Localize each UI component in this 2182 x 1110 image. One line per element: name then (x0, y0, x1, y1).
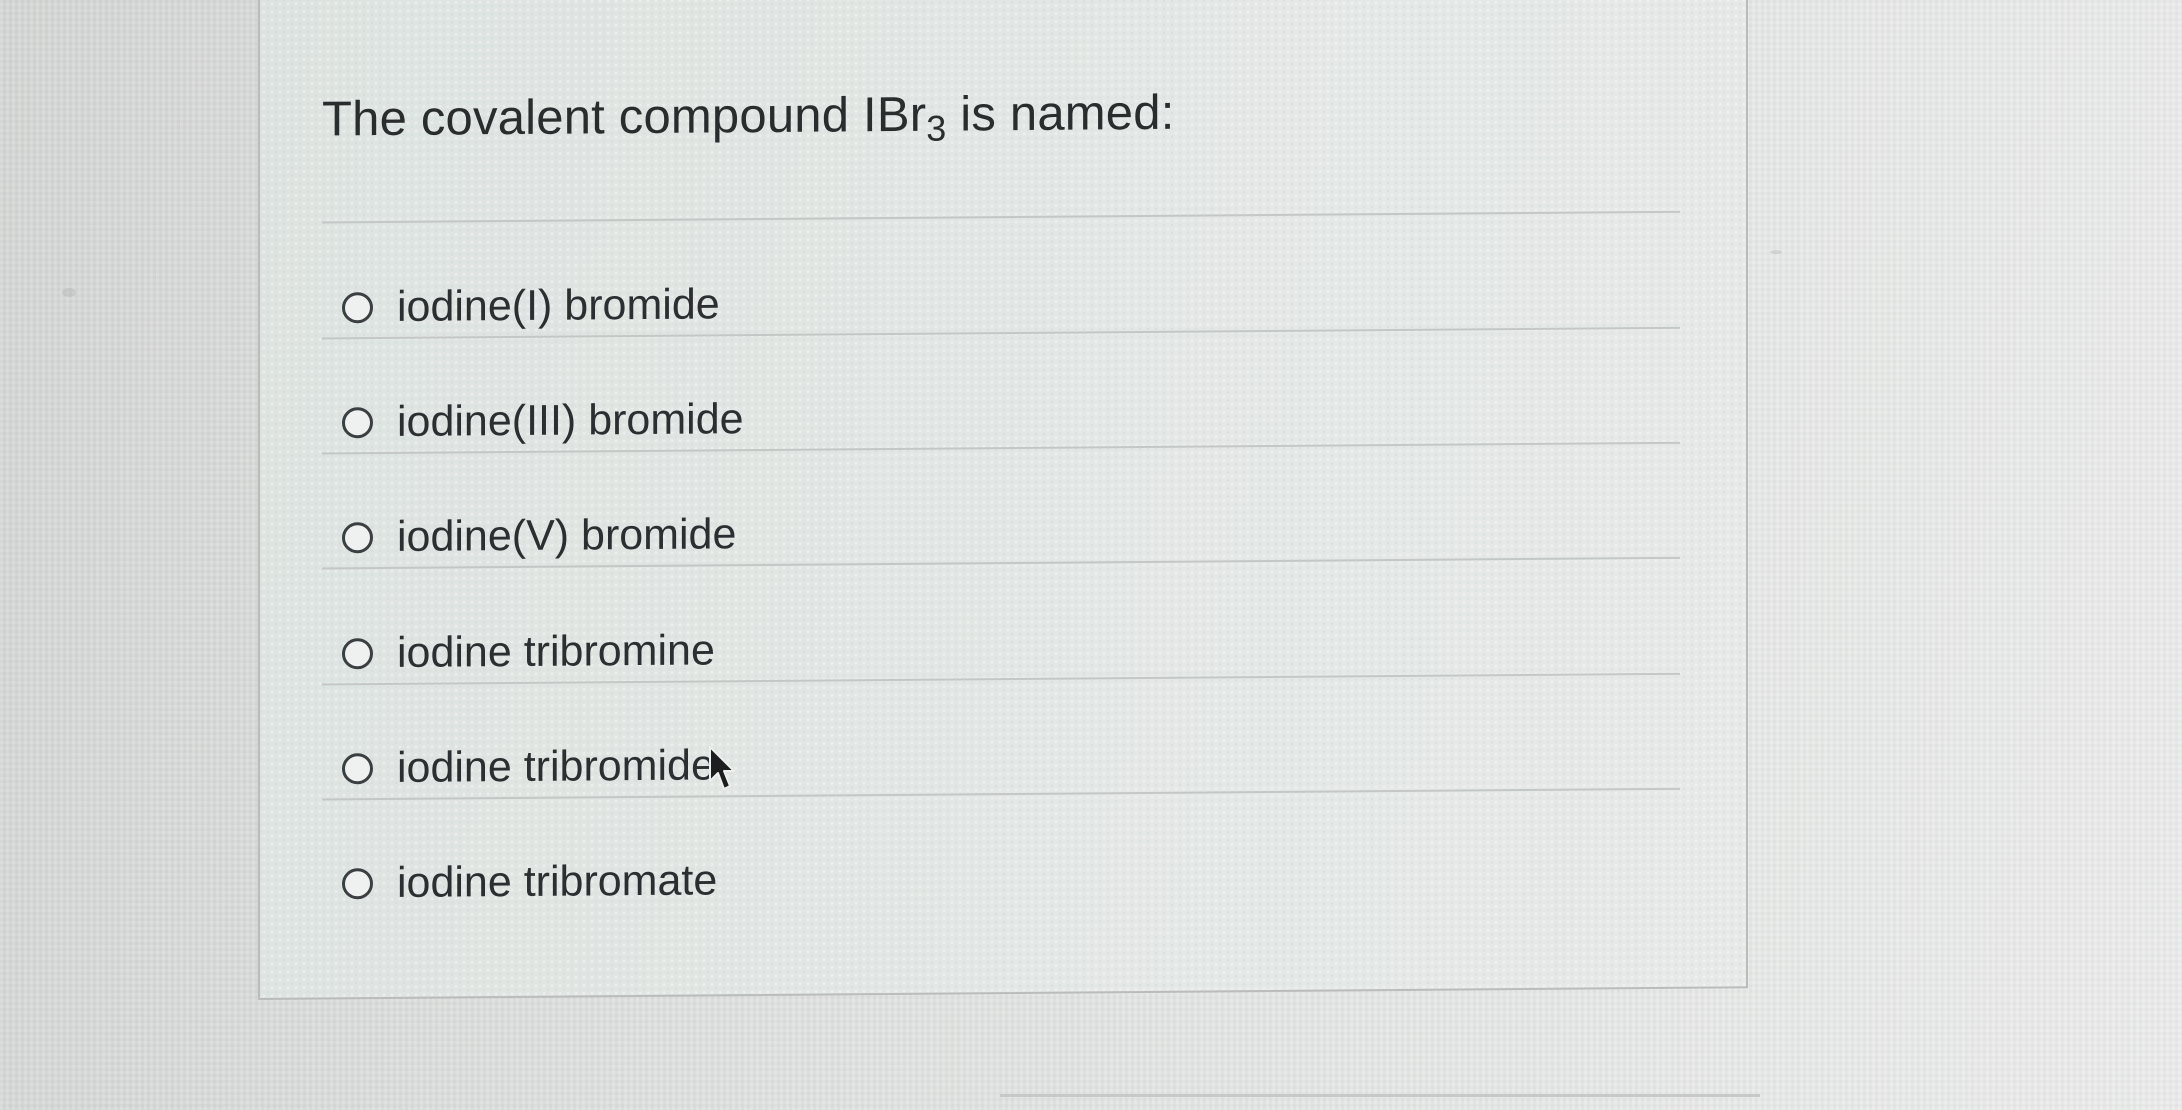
option-label: iodine(V) bromide (397, 510, 737, 561)
radio-button[interactable] (342, 292, 373, 324)
option-iodine-tribromate[interactable]: iodine tribromate (342, 856, 717, 908)
next-panel-edge (1000, 1094, 1760, 1097)
question-text: The covalent compound IBr (322, 87, 927, 147)
option-iodine-v-bromide[interactable]: iodine(V) bromide (342, 510, 736, 562)
screen-smudge (62, 288, 76, 297)
radio-button[interactable] (342, 638, 373, 670)
option-iodine-iii-bromide[interactable]: iodine(III) bromide (342, 395, 744, 447)
panel-texture (260, 0, 1746, 998)
radio-button[interactable] (342, 753, 373, 785)
option-label: iodine tribromate (397, 856, 718, 907)
radio-button[interactable] (342, 868, 373, 900)
divider (322, 210, 1680, 224)
formula-subscript: 3 (926, 107, 947, 149)
option-label: iodine(I) bromide (397, 280, 720, 331)
question-prompt: The covalent compound IBr3 is named: (322, 85, 1175, 149)
question-text-end: is named: (946, 85, 1175, 142)
option-label: iodine(III) bromide (397, 395, 744, 446)
radio-button[interactable] (342, 407, 373, 439)
option-iodine-i-bromide[interactable]: iodine(I) bromide (342, 280, 720, 332)
option-label: iodine tribromide (397, 741, 715, 792)
question-panel: The covalent compound IBr3 is named: iod… (258, 0, 1748, 1001)
option-iodine-tribromide[interactable]: iodine tribromide (342, 741, 715, 793)
screen-smudge (1770, 250, 1782, 254)
radio-button[interactable] (342, 522, 373, 554)
option-iodine-tribromine[interactable]: iodine tribromine (342, 626, 715, 678)
option-label: iodine tribromine (397, 626, 715, 677)
